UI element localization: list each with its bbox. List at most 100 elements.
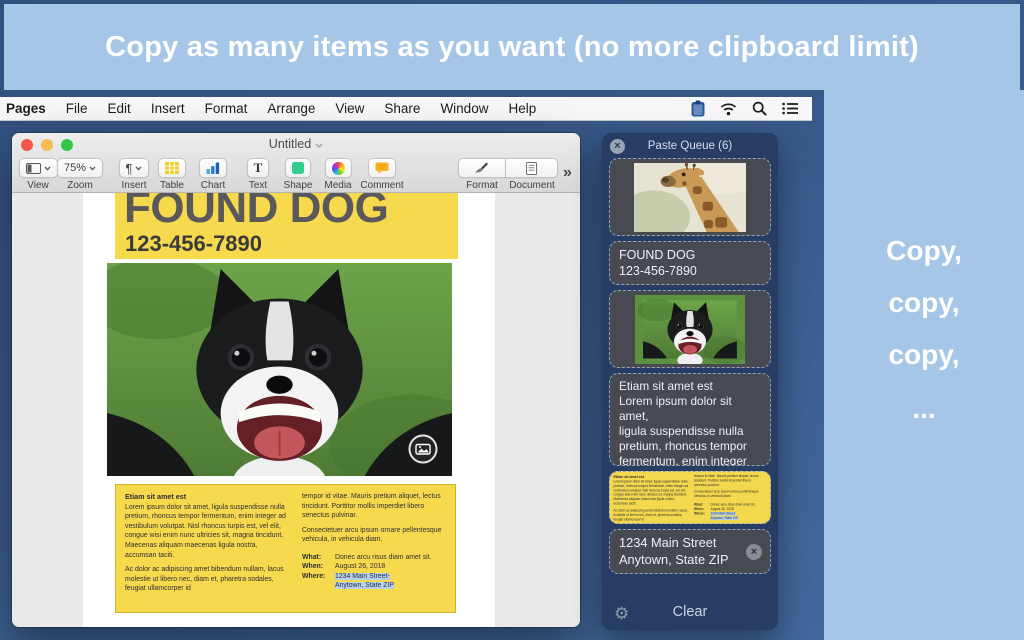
remove-item-icon[interactable]: × xyxy=(746,544,762,560)
info-paragraph: Ac dolor ac adipiscing amet bibendum nul… xyxy=(125,565,290,594)
queue-item-etiam-text[interactable]: Etiam sit amet est Lorem ipsum dolor sit… xyxy=(609,373,771,466)
poster-dog-photo[interactable] xyxy=(107,263,452,476)
chevron-down-icon xyxy=(44,166,51,171)
banner-headline: Copy as many items as you want (no more … xyxy=(105,31,919,64)
toolbar-chart: Chart xyxy=(193,158,233,191)
side-text-line: copy, xyxy=(824,287,1024,319)
document-snippet-thumbnail: Etiam sit amet est Lorem ipsum dolor sit… xyxy=(610,472,770,523)
paintbrush-icon xyxy=(475,162,489,175)
menu-format[interactable]: Format xyxy=(195,101,258,116)
menu-edit[interactable]: Edit xyxy=(98,101,141,116)
queue-item-dog-photo[interactable] xyxy=(609,290,771,368)
mini-paragraph: Consectetuer arcu ipsum ornare pellentes… xyxy=(694,490,764,499)
view-label: View xyxy=(27,180,49,191)
queue-item-text: 123-456-7890 xyxy=(619,263,761,279)
comment-button[interactable] xyxy=(368,158,396,178)
text-button[interactable]: T xyxy=(247,158,270,178)
chevron-down-icon[interactable] xyxy=(315,137,323,151)
shape-icon xyxy=(292,162,304,174)
pilcrow-icon: ¶ xyxy=(126,161,133,176)
shape-label: Shape xyxy=(284,180,313,191)
table-icon xyxy=(165,162,179,174)
list-icon[interactable] xyxy=(782,102,799,115)
toolbar-shape: Shape xyxy=(278,158,318,191)
format-button[interactable] xyxy=(458,158,506,178)
mini-paragraph: Ac dolor ac adipiscing amet bibendum nul… xyxy=(614,509,689,522)
shape-button[interactable] xyxy=(285,158,311,178)
promo-screenshot: Copy as many items as you want (no more … xyxy=(0,0,1024,640)
menu-help[interactable]: Help xyxy=(498,101,546,116)
selected-text: 1234 Main Street- xyxy=(335,573,390,580)
queue-item-text: pretium, rhoncus tempor xyxy=(619,439,761,454)
poster-header-block[interactable]: FOUND DOG 123-456-7890 xyxy=(115,193,458,259)
queue-item-text: Lorem ipsum dolor sit amet, xyxy=(619,394,761,424)
info-paragraph: Lorem ipsum dolor sit amet, ligula suspe… xyxy=(125,503,290,560)
when-value: August 26, 2018 xyxy=(335,562,385,572)
info-column-right[interactable]: tempor id vitae. Mauris pretium aliquet,… xyxy=(302,492,450,591)
selected-text: Anytown, State ZIP xyxy=(335,582,394,589)
poster-headline[interactable]: FOUND DOG xyxy=(124,193,388,233)
dog-thumbnail xyxy=(635,295,745,364)
info-heading: Etiam sit amet est xyxy=(125,492,290,502)
clear-button[interactable]: Clear xyxy=(602,604,778,620)
where-label: Where: xyxy=(302,572,335,591)
menu-status-icons xyxy=(691,100,812,117)
clipboard-app-icon[interactable] xyxy=(691,100,705,117)
info-column-left[interactable]: Etiam sit amet est Lorem ipsum dolor sit… xyxy=(125,492,290,599)
menu-window[interactable]: Window xyxy=(430,101,498,116)
mini-paragraph: Lorem ipsum dolor sit amet, ligula suspe… xyxy=(614,480,689,506)
menu-share[interactable]: Share xyxy=(374,101,430,116)
poster-info-block[interactable]: Etiam sit amet est Lorem ipsum dolor sit… xyxy=(115,484,456,613)
queue-item-document-snippet[interactable]: Etiam sit amet est Lorem ipsum dolor sit… xyxy=(609,471,771,524)
where-value[interactable]: 1234 Main Street- Anytown, State ZIP xyxy=(335,572,394,591)
queue-item-giraffe[interactable] xyxy=(609,158,771,236)
search-icon[interactable] xyxy=(752,101,767,116)
chevron-down-icon xyxy=(89,166,96,171)
document-canvas: FOUND DOG 123-456-7890 xyxy=(12,193,580,627)
side-text-line: copy, xyxy=(824,339,1024,371)
what-label: What: xyxy=(302,553,335,563)
media-placeholder-badge[interactable] xyxy=(408,434,438,464)
insert-label: Insert xyxy=(121,180,146,191)
giraffe-thumbnail xyxy=(634,163,746,232)
queue-item-found-dog[interactable]: FOUND DOG 123-456-7890 xyxy=(609,241,771,285)
document-icon xyxy=(526,162,537,175)
side-panel: Copy, copy, copy, ... xyxy=(824,90,1024,640)
media-label: Media xyxy=(324,180,351,191)
mini-where-label: Where: xyxy=(694,512,711,521)
queue-item-address[interactable]: 1234 Main Street Anytown, State ZIP × xyxy=(609,529,771,574)
document-button[interactable] xyxy=(506,158,558,178)
format-label: Format xyxy=(458,180,506,191)
media-button[interactable] xyxy=(325,158,352,178)
poster-phone[interactable]: 123-456-7890 xyxy=(125,231,262,257)
queue-item-text: Anytown, State ZIP xyxy=(619,552,761,569)
toolbar-media: Media xyxy=(318,158,358,191)
media-icon xyxy=(332,162,345,175)
menu-arrange[interactable]: Arrange xyxy=(257,101,325,116)
mini-where-value: 1234 Main Street- xyxy=(711,512,736,516)
comment-label: Comment xyxy=(360,180,403,191)
view-button[interactable] xyxy=(19,158,58,178)
chart-button[interactable] xyxy=(199,158,227,178)
table-button[interactable] xyxy=(158,158,186,178)
menu-insert[interactable]: Insert xyxy=(141,101,195,116)
insert-button[interactable]: ¶ xyxy=(119,158,150,178)
menu-pages[interactable]: Pages xyxy=(0,101,56,116)
menu-view[interactable]: View xyxy=(325,101,374,116)
toolbar-view: View xyxy=(18,158,58,191)
queue-item-text: Etiam sit amet est xyxy=(619,379,761,394)
mini-column-right: tempor id vitae. Mauris pretium aliquet,… xyxy=(694,475,764,521)
paste-queue-title: Paste Queue (6) xyxy=(602,140,778,152)
document-label: Document xyxy=(506,180,558,191)
queue-item-text: ligula suspendisse nulla xyxy=(619,424,761,439)
menu-bar: Pages File Edit Insert Format Arrange Vi… xyxy=(0,97,812,121)
menu-file[interactable]: File xyxy=(56,101,98,116)
photo-icon xyxy=(408,434,438,464)
text-icon: T xyxy=(254,160,263,176)
document-page[interactable]: FOUND DOG 123-456-7890 xyxy=(83,193,495,627)
queue-item-text: fermentum, enim integer a… xyxy=(619,454,761,466)
toolbar-overflow-button[interactable]: » xyxy=(563,164,572,182)
view-icon xyxy=(26,163,41,174)
zoom-button[interactable]: 75% xyxy=(57,158,103,178)
wifi-icon[interactable] xyxy=(720,102,737,116)
